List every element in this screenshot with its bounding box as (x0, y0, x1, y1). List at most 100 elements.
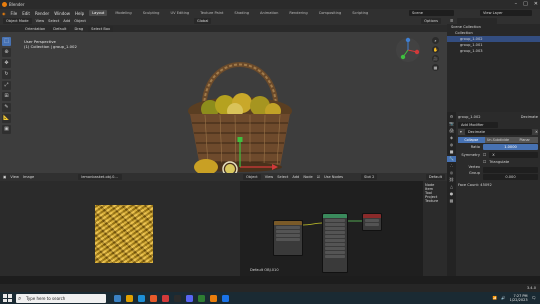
material-tab-icon[interactable]: ● (447, 191, 456, 197)
outliner-row-object[interactable]: group_1.003 (447, 48, 540, 54)
workspace-tab-shading[interactable]: Shading (231, 10, 252, 16)
camera-view-icon[interactable]: 🎥 (432, 55, 439, 62)
workspace-tab-scripting[interactable]: Scripting (349, 10, 371, 16)
rotate-tool-icon[interactable]: ↻ (2, 70, 11, 79)
app-icon[interactable] (198, 294, 205, 302)
blender-taskbar-icon[interactable] (210, 294, 217, 302)
transform-tool-icon[interactable]: ⊞ (2, 92, 11, 101)
windows-start-icon[interactable] (2, 293, 12, 303)
cursor-tool-icon[interactable]: ⊕ (2, 48, 11, 57)
image-editor[interactable]: ▣ View Image lemonbasket.obj.0... (0, 173, 240, 276)
modifier-tab-icon[interactable]: 🔧 (447, 156, 456, 162)
clock[interactable]: 7:27 PM 1/22/2023 (510, 294, 528, 302)
image-name-field[interactable]: lemonbasket.obj.0... (78, 174, 123, 180)
properties-editor[interactable]: ⚙ 📷 🖨 ◈ ◍ ■ 🔧 ∴ ◎ ⛓ △ ● ▩ group_1.002 De… (447, 112, 540, 276)
triangulate-checkbox[interactable]: ☐ (483, 159, 486, 165)
tab-planar[interactable]: Planar (511, 136, 539, 143)
ortho-toggle-icon[interactable]: ▦ (432, 64, 439, 71)
menu-edit[interactable]: Edit (22, 11, 30, 16)
options-dropdown[interactable]: Options (421, 18, 441, 24)
constraints-tab-icon[interactable]: ⛓ (447, 177, 456, 183)
object-name-field[interactable]: group_1.002 (458, 114, 481, 120)
close-icon[interactable]: ✕ (534, 1, 538, 7)
firefox-icon[interactable] (150, 294, 157, 302)
interaction-mode-dropdown[interactable]: Object Mode (3, 18, 32, 24)
tab-un-subdivide[interactable]: Un-Subdivide (484, 136, 512, 143)
outliner[interactable]: ☰ Scene Collection Collection group_1.00… (447, 17, 540, 112)
physics-tab-icon[interactable]: ◎ (447, 170, 456, 176)
taskbar-search-input[interactable]: Type here to search (16, 293, 106, 303)
app-icon[interactable] (222, 294, 229, 302)
tab-collapse[interactable]: Collapse (458, 136, 485, 143)
volume-icon[interactable]: 🔊 (501, 296, 505, 300)
tool-tab-icon[interactable]: ⚙ (447, 114, 456, 120)
measure-tool-icon[interactable]: 📐 (2, 114, 11, 123)
discord-icon[interactable] (186, 294, 193, 302)
workspace-tab-layout[interactable]: Layout (89, 10, 108, 16)
menu-help[interactable]: Help (75, 11, 84, 16)
texture-tab-icon[interactable]: ▩ (447, 198, 456, 204)
sidebar-tab-texture[interactable]: Texture (425, 199, 445, 203)
pan-icon[interactable]: ✋ (432, 46, 439, 53)
lemon-basket-model[interactable] (180, 39, 300, 184)
image-menu-view[interactable]: View (10, 175, 19, 179)
output-tab-icon[interactable]: 🖨 (447, 128, 456, 134)
workspace-tab-modeling[interactable]: Modeling (112, 10, 134, 16)
modifier-name-field[interactable]: Decimate (464, 129, 532, 135)
edge-icon[interactable] (138, 294, 145, 302)
particles-tab-icon[interactable]: ∴ (447, 163, 456, 169)
workspace-tab-animation[interactable]: Animation (257, 10, 281, 16)
blender-menu-icon[interactable]: ◉ (2, 11, 6, 16)
workspace-tab-texture-paint[interactable]: Texture Paint (197, 10, 226, 16)
network-icon[interactable]: 📶 (493, 296, 497, 300)
symmetry-axis-dropdown[interactable]: X (489, 151, 538, 158)
notifications-icon[interactable]: 🗨 (532, 296, 536, 300)
workspace-tab-sculpting[interactable]: Sculpting (140, 10, 163, 16)
add-modifier-button[interactable]: Add Modifier (458, 121, 498, 128)
viewport-menu-select[interactable]: Select (48, 19, 59, 23)
annotate-tool-icon[interactable]: ✎ (2, 103, 11, 112)
orientation-dropdown[interactable]: Default (50, 25, 70, 32)
shader-node-editor[interactable]: Object View Select Add Node ☑ Use Nodes … (240, 173, 447, 276)
zoom-icon[interactable]: ⌕ (432, 37, 439, 44)
move-tool-icon[interactable]: ✥ (2, 59, 11, 68)
viewport-menu-view[interactable]: View (36, 19, 45, 23)
workspace-tab-rendering[interactable]: Rendering (286, 10, 310, 16)
symmetry-checkbox[interactable]: ☐ (483, 152, 486, 158)
scale-tool-icon[interactable]: ⤢ (2, 81, 11, 90)
menu-window[interactable]: Window (54, 11, 70, 16)
scene-selector[interactable]: Scene (409, 10, 454, 16)
navigation-gizmo[interactable] (395, 37, 421, 63)
file-explorer-icon[interactable] (126, 294, 133, 302)
select-box-tool-icon[interactable]: ⬚ (2, 37, 11, 46)
outliner-search-input[interactable] (457, 17, 498, 24)
menu-file[interactable]: File (11, 11, 18, 16)
modifier-expand-icon[interactable]: ▾ (460, 129, 462, 135)
scene-tab-icon[interactable]: ◈ (447, 135, 456, 141)
factor-field[interactable]: 0.000 (483, 174, 538, 180)
modifier-close-icon[interactable]: ✕ (535, 129, 538, 135)
viewport-3d[interactable]: Object Mode View Select Add Object Globa… (0, 17, 447, 177)
task-view-icon[interactable] (114, 294, 121, 302)
select-box-dropdown[interactable]: Select Box (88, 25, 114, 32)
maximize-icon[interactable]: □ (523, 1, 528, 7)
ratio-slider[interactable]: 1.0000 (483, 144, 538, 150)
render-tab-icon[interactable]: 📷 (447, 121, 456, 127)
world-tab-icon[interactable]: ◍ (447, 142, 456, 148)
minimize-icon[interactable]: – (515, 1, 518, 7)
global-orientation-dropdown[interactable]: Global (193, 18, 212, 24)
viewport-menu-add[interactable]: Add (63, 19, 70, 23)
menu-render[interactable]: Render (35, 11, 49, 16)
object-tab-icon[interactable]: ■ (447, 149, 456, 155)
app-icon[interactable] (174, 294, 181, 302)
outliner-filter-icon[interactable]: ☰ (450, 19, 453, 23)
data-tab-icon[interactable]: △ (447, 184, 456, 190)
workspace-tab-uv-editing[interactable]: UV Editing (167, 10, 192, 16)
vertex-group-field[interactable] (483, 166, 538, 173)
image-menu-image[interactable]: Image (23, 175, 34, 179)
editor-type-icon[interactable]: ▣ (3, 175, 6, 179)
viewport-menu-object[interactable]: Object (74, 19, 86, 23)
view-layer-selector[interactable]: View Layer (480, 10, 532, 16)
workspace-tab-compositing[interactable]: Compositing (316, 10, 345, 16)
add-cube-tool-icon[interactable]: ▣ (2, 125, 11, 134)
